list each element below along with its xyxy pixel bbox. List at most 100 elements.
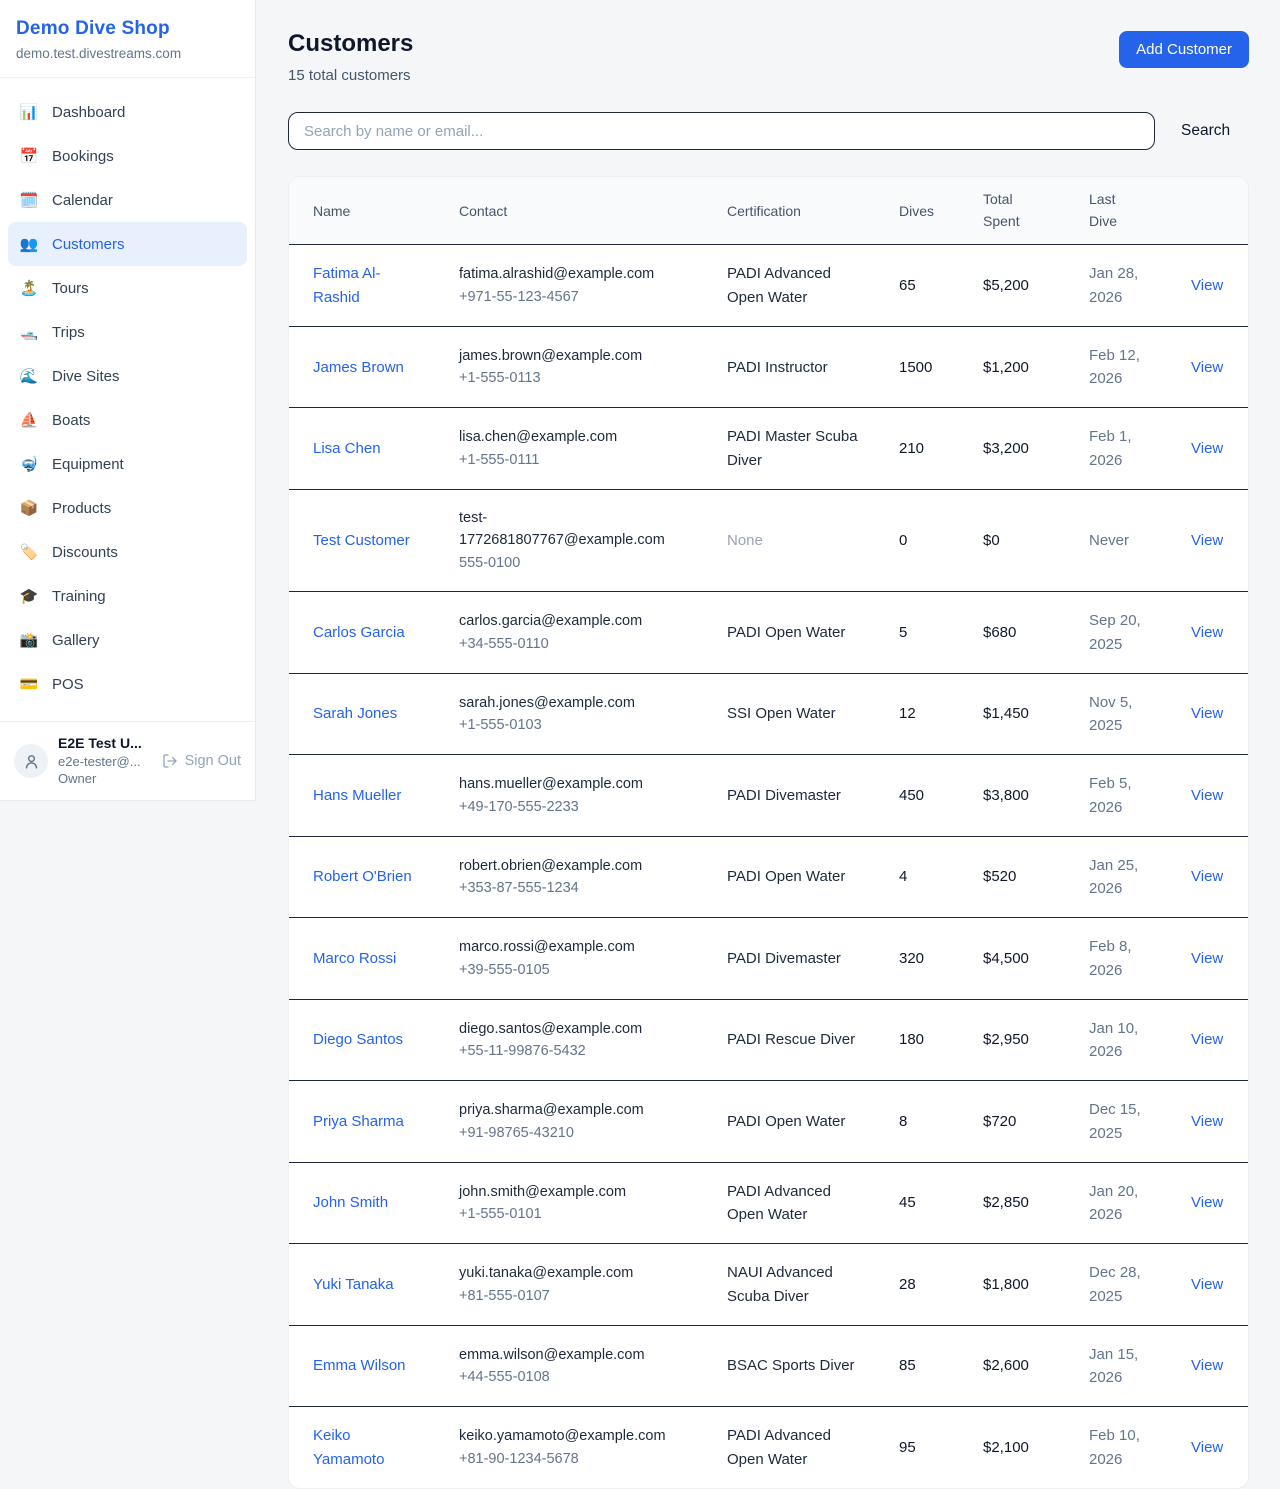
customer-last-dive: Feb 8, 2026 (1065, 918, 1167, 1000)
view-link[interactable]: View (1191, 1031, 1223, 1048)
customer-name-link[interactable]: Yuki Tanaka (313, 1276, 394, 1293)
view-link[interactable]: View (1191, 624, 1223, 641)
view-link[interactable]: View (1191, 1276, 1223, 1293)
customer-certification: PADI Advanced Open Water (703, 1407, 875, 1488)
pos-icon: 💳 (18, 675, 40, 693)
customer-contact: lisa.chen@example.com +1-555-0111 (435, 408, 703, 490)
discounts-icon: 🏷️ (18, 543, 40, 561)
customer-email: emma.wilson@example.com (459, 1344, 691, 1366)
shop-domain: demo.test.divestreams.com (16, 46, 239, 61)
customer-phone: +55-11-99876-5432 (459, 1040, 691, 1062)
sign-out-button[interactable]: Sign Out (162, 753, 241, 769)
table-row: Marco Rossi marco.rossi@example.com +39-… (289, 918, 1248, 1000)
customer-name-link[interactable]: Hans Mueller (313, 787, 401, 804)
view-link[interactable]: View (1191, 1194, 1223, 1211)
sidebar-item-dive-sites[interactable]: 🌊 Dive Sites (8, 354, 247, 398)
customer-total-spent: $1,800 (959, 1244, 1065, 1326)
view-link[interactable]: View (1191, 440, 1223, 457)
view-link[interactable]: View (1191, 277, 1223, 294)
view-link[interactable]: View (1191, 1439, 1223, 1456)
customer-phone: +971-55-123-4567 (459, 286, 691, 308)
customer-name-link[interactable]: Sarah Jones (313, 705, 397, 722)
customer-last-dive: Nov 5, 2025 (1065, 673, 1167, 755)
customer-email: fatima.alrashid@example.com (459, 263, 691, 285)
customer-name-link[interactable]: Keiko Yamamoto (313, 1427, 384, 1467)
customer-phone: +91-98765-43210 (459, 1122, 691, 1144)
customer-total-spent: $0 (959, 489, 1065, 591)
calendar-icon: 🗓️ (18, 191, 40, 209)
customer-contact: marco.rossi@example.com +39-555-0105 (435, 918, 703, 1000)
view-link[interactable]: View (1191, 532, 1223, 549)
table-row: Lisa Chen lisa.chen@example.com +1-555-0… (289, 408, 1248, 490)
sidebar-item-bookings[interactable]: 📅 Bookings (8, 134, 247, 178)
customer-name-link[interactable]: Fatima Al-Rashid (313, 265, 381, 305)
sidebar-item-trips[interactable]: 🛥️ Trips (8, 310, 247, 354)
customer-last-dive: Jan 28, 2026 (1065, 245, 1167, 327)
sidebar-item-equipment[interactable]: 🤿 Equipment (8, 442, 247, 486)
view-link[interactable]: View (1191, 359, 1223, 376)
sidebar-item-boats[interactable]: ⛵ Boats (8, 398, 247, 442)
customer-name-link[interactable]: Carlos Garcia (313, 624, 405, 641)
customer-certification: PADI Divemaster (703, 755, 875, 837)
customer-name-link[interactable]: Marco Rossi (313, 950, 396, 967)
sidebar-item-dashboard[interactable]: 📊 Dashboard (8, 90, 247, 134)
customer-name-link[interactable]: John Smith (313, 1194, 388, 1211)
sidebar-item-gallery[interactable]: 📸 Gallery (8, 618, 247, 662)
customer-dives: 8 (875, 1081, 959, 1163)
customer-last-dive: Feb 10, 2026 (1065, 1407, 1167, 1488)
add-customer-button[interactable]: Add Customer (1119, 31, 1249, 68)
sidebar-item-training[interactable]: 🎓 Training (8, 574, 247, 618)
customer-total-spent: $2,600 (959, 1325, 1065, 1407)
customer-contact: priya.sharma@example.com +91-98765-43210 (435, 1081, 703, 1163)
view-link[interactable]: View (1191, 787, 1223, 804)
customer-contact: fatima.alrashid@example.com +971-55-123-… (435, 245, 703, 327)
customer-total-spent: $4,500 (959, 918, 1065, 1000)
customer-name-link[interactable]: Priya Sharma (313, 1113, 404, 1130)
column-header-total-spent: Total Spent (959, 177, 1065, 245)
table-row: Test Customer test-1772681807767@example… (289, 489, 1248, 591)
customer-certification: PADI Advanced Open Water (703, 245, 875, 327)
sidebar-item-products[interactable]: 📦 Products (8, 486, 247, 530)
sidebar-item-customers[interactable]: 👥 Customers (8, 222, 247, 266)
avatar (14, 744, 48, 778)
view-link[interactable]: View (1191, 950, 1223, 967)
customer-dives: 0 (875, 489, 959, 591)
customer-phone: +81-90-1234-5678 (459, 1448, 691, 1470)
customer-email: test-1772681807767@example.com (459, 507, 691, 552)
customer-certification: PADI Divemaster (703, 918, 875, 1000)
search-input[interactable] (288, 112, 1155, 150)
customer-total-spent: $2,100 (959, 1407, 1065, 1488)
customer-email: sarah.jones@example.com (459, 692, 691, 714)
customer-name-link[interactable]: Lisa Chen (313, 440, 381, 457)
customer-email: hans.mueller@example.com (459, 773, 691, 795)
dive-sites-icon: 🌊 (18, 367, 40, 385)
view-link[interactable]: View (1191, 1113, 1223, 1130)
customer-total-spent: $1,200 (959, 326, 1065, 408)
customer-phone: +34-555-0110 (459, 633, 691, 655)
search-button[interactable]: Search (1181, 122, 1230, 140)
customer-dives: 65 (875, 245, 959, 327)
sidebar-item-calendar[interactable]: 🗓️ Calendar (8, 178, 247, 222)
view-link[interactable]: View (1191, 1357, 1223, 1374)
view-link[interactable]: View (1191, 868, 1223, 885)
customer-phone: 555-0100 (459, 552, 691, 574)
table-row: Robert O'Brien robert.obrien@example.com… (289, 836, 1248, 918)
customer-name-link[interactable]: Diego Santos (313, 1031, 403, 1048)
customer-contact: yuki.tanaka@example.com +81-555-0107 (435, 1244, 703, 1326)
customer-name-link[interactable]: Test Customer (313, 532, 410, 549)
sidebar-item-pos[interactable]: 💳 POS (8, 662, 247, 706)
customer-email: lisa.chen@example.com (459, 426, 691, 448)
column-header-dives: Dives (875, 177, 959, 245)
customer-name-link[interactable]: Emma Wilson (313, 1357, 406, 1374)
customers-icon: 👥 (18, 235, 40, 253)
sidebar-item-discounts[interactable]: 🏷️ Discounts (8, 530, 247, 574)
customer-name-link[interactable]: James Brown (313, 359, 404, 376)
customer-total-spent: $680 (959, 592, 1065, 674)
sidebar-nav: 📊 Dashboard 📅 Bookings 🗓️ Calendar 👥 Cus… (0, 78, 255, 721)
table-row: Emma Wilson emma.wilson@example.com +44-… (289, 1325, 1248, 1407)
customer-contact: emma.wilson@example.com +44-555-0108 (435, 1325, 703, 1407)
table-row: Fatima Al-Rashid fatima.alrashid@example… (289, 245, 1248, 327)
view-link[interactable]: View (1191, 705, 1223, 722)
customer-name-link[interactable]: Robert O'Brien (313, 868, 412, 885)
sidebar-item-tours[interactable]: 🏝️ Tours (8, 266, 247, 310)
